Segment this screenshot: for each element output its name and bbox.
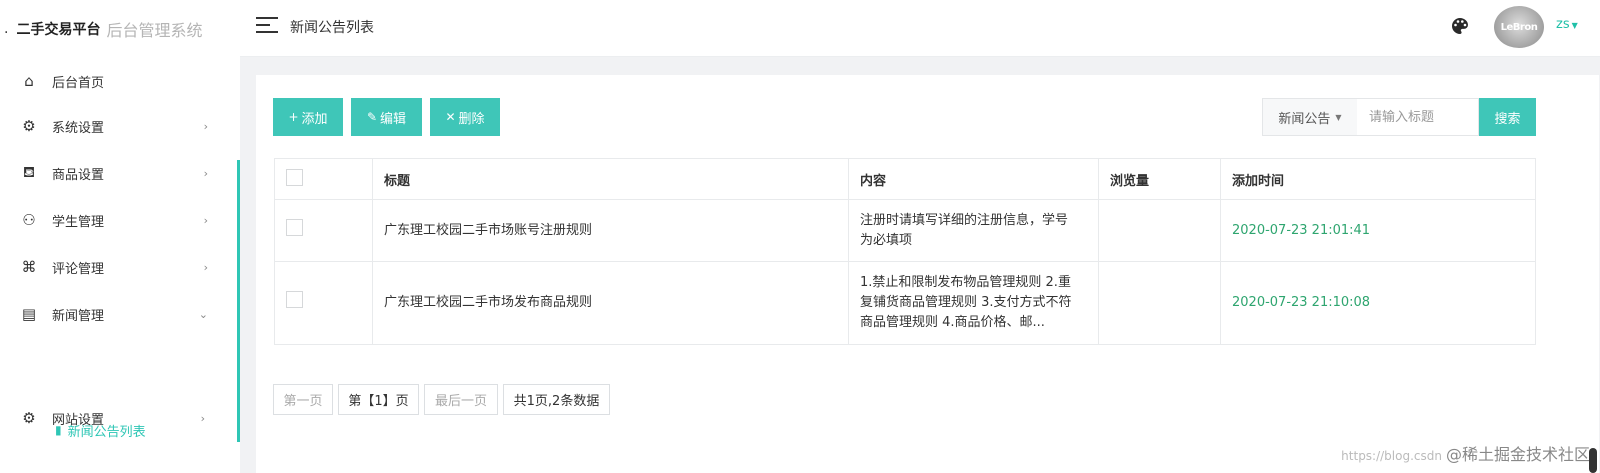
chevron-down-icon: ⌄ xyxy=(198,307,208,321)
watermark-text: @稀土掘金技术社区 xyxy=(1445,445,1590,464)
brand-subtitle: 后台管理系统 xyxy=(106,20,203,40)
article-icon: ▤ xyxy=(21,305,37,323)
palette-icon[interactable] xyxy=(1450,16,1470,36)
sidebar-item-site-settings[interactable]: ⚙ 网站设置 › xyxy=(0,394,240,442)
gear-icon: ⚙ xyxy=(22,117,36,135)
chevron-right-icon: › xyxy=(203,119,208,133)
row-content: 1.禁止和限制发布物品管理规则 2.重 复铺货商品管理规则 3.支付方式不符 商… xyxy=(848,261,1099,345)
chevron-right-icon: › xyxy=(203,166,208,180)
chevron-right-icon: › xyxy=(203,260,208,274)
delete-button[interactable]: ✕ 删除 xyxy=(430,98,500,136)
pager-summary: 共1页,2条数据 xyxy=(503,384,610,415)
main-card: +添加 ✎编辑 ✕删除 新闻公告 ▼ 搜索 标题 内容 浏览量 添加时间 广东理工… xyxy=(256,75,1599,473)
basket-icon: ⛾ xyxy=(22,163,36,181)
brand: . 二手交易平台 后台管理系统 xyxy=(0,0,240,57)
sidebar-item-home[interactable]: ⌂ 后台首页 xyxy=(0,57,240,105)
plus-icon: + xyxy=(288,110,299,124)
avatar[interactable]: LeBron xyxy=(1494,6,1544,48)
close-icon: ✕ xyxy=(445,110,456,124)
row-title: 广东理工校园二手市场账号注册规则 xyxy=(372,199,849,262)
user-name: zs xyxy=(1556,17,1570,32)
row-select-cell xyxy=(274,199,373,262)
avatar-text: LeBron xyxy=(1500,21,1538,33)
row-content-line: 1.禁止和限制发布物品管理规则 2.重 xyxy=(860,275,1071,290)
sidebar-item-students[interactable]: ⚇ 学生管理 › xyxy=(0,196,240,244)
user-menu[interactable]: zs ▼ xyxy=(1556,17,1578,32)
column-header-views[interactable]: 浏览量 xyxy=(1098,158,1221,200)
sidebar-item-label: 学生管理 xyxy=(52,214,105,230)
sidebar-item-label: 商品设置 xyxy=(52,167,105,183)
chevron-right-icon: › xyxy=(200,411,205,425)
sidebar-item-system-settings[interactable]: ⚙ 系统设置 › xyxy=(0,102,240,150)
search-category-value: 新闻公告 xyxy=(1278,111,1331,127)
row-checkbox[interactable] xyxy=(286,291,303,308)
watermark: https://blog.csdn @稀土掘金技术社区 xyxy=(1341,441,1590,465)
command-icon: ⌘ xyxy=(21,258,37,276)
sidebar-item-label: 系统设置 xyxy=(52,120,105,136)
row-title: 广东理工校园二手市场发布商品规则 xyxy=(372,261,849,345)
row-checkbox[interactable] xyxy=(286,218,303,236)
watermark-url: https://blog.csdn xyxy=(1341,449,1442,463)
caret-down-icon: ▼ xyxy=(1335,112,1342,122)
pager-current[interactable]: 第【1】页 xyxy=(338,384,419,415)
sidebar-item-news[interactable]: ▤ 新闻管理 ⌄ xyxy=(0,290,240,338)
row-content: 注册时请填写详细的注册信息，学号 为必填项 xyxy=(848,199,1099,262)
row-content-line: 注册时请填写详细的注册信息，学号 xyxy=(860,212,1069,228)
sidebar-item-comments[interactable]: ⌘ 评论管理 › xyxy=(0,243,240,291)
top-bar: . 二手交易平台 后台管理系统 新闻公告列表 LeBron zs ▼ xyxy=(0,0,1600,57)
row-content-line: 商品管理规则 4.商品价格、邮... xyxy=(860,315,1045,330)
brand-name: 二手交易平台 xyxy=(16,21,101,38)
search-category-select[interactable]: 新闻公告 ▼ xyxy=(1262,98,1358,136)
select-all-cell xyxy=(274,158,373,200)
sidebar-item-label: 新闻管理 xyxy=(52,308,105,324)
column-header-time[interactable]: 添加时间 xyxy=(1220,158,1536,200)
delete-button-label: 删除 xyxy=(458,111,485,127)
row-content-line: 复铺货商品管理规则 3.支付方式不符 xyxy=(860,295,1072,310)
sidebar: ⌂ 后台首页 ⚙ 系统设置 › ⛾ 商品设置 › ⚇ 学生管理 › ⌘ 评论管理… xyxy=(0,57,240,473)
gear-icon: ⚙ xyxy=(22,409,36,427)
select-all-checkbox[interactable] xyxy=(286,168,303,186)
sidebar-item-label: 后台首页 xyxy=(52,75,105,91)
pencil-icon: ✎ xyxy=(366,110,378,124)
add-button[interactable]: + 添加 xyxy=(273,98,343,136)
row-views xyxy=(1098,261,1221,345)
caret-down-icon: ▼ xyxy=(1571,21,1578,30)
people-icon: ⚇ xyxy=(22,211,36,229)
row-time: 2020-07-23 21:01:41 xyxy=(1220,199,1536,262)
home-icon: ⌂ xyxy=(24,72,34,90)
row-views xyxy=(1098,199,1221,262)
row-time: 2020-07-23 21:10:08 xyxy=(1220,261,1536,345)
news-table: 标题 内容 浏览量 添加时间 广东理工校园二手市场账号注册规则 注册时请填写详细… xyxy=(274,158,1536,345)
search-input[interactable] xyxy=(1357,98,1479,136)
pager-first[interactable]: 第一页 xyxy=(273,384,333,415)
table-row[interactable]: 广东理工校园二手市场发布商品规则 1.禁止和限制发布物品管理规则 2.重 复铺货… xyxy=(274,261,1536,345)
table-header-row: 标题 内容 浏览量 添加时间 xyxy=(274,158,1536,200)
table-row[interactable]: 广东理工校园二手市场账号注册规则 注册时请填写详细的注册信息，学号 为必填项 2… xyxy=(274,199,1536,262)
edit-button-label: 编辑 xyxy=(380,111,407,127)
row-content-line: 为必填项 xyxy=(860,232,913,248)
row-select-cell xyxy=(274,261,373,345)
edit-button[interactable]: ✎ 编辑 xyxy=(351,98,422,136)
pager-last[interactable]: 最后一页 xyxy=(424,384,498,415)
column-header-content[interactable]: 内容 xyxy=(848,158,1099,200)
add-button-label: 添加 xyxy=(301,111,328,127)
sidebar-item-label: 网站设置 xyxy=(52,412,105,428)
menu-toggle-icon[interactable] xyxy=(256,17,278,35)
search-button[interactable]: 搜索 xyxy=(1479,98,1536,136)
column-header-title[interactable]: 标题 xyxy=(372,158,849,200)
sidebar-item-goods-settings[interactable]: ⛾ 商品设置 › xyxy=(0,149,240,197)
chevron-right-icon: › xyxy=(203,213,208,227)
page-title: 新闻公告列表 xyxy=(290,20,374,36)
brand-dot: . xyxy=(4,20,9,37)
scrollbar-thumb[interactable] xyxy=(1589,448,1597,473)
sidebar-item-label: 评论管理 xyxy=(52,261,105,277)
